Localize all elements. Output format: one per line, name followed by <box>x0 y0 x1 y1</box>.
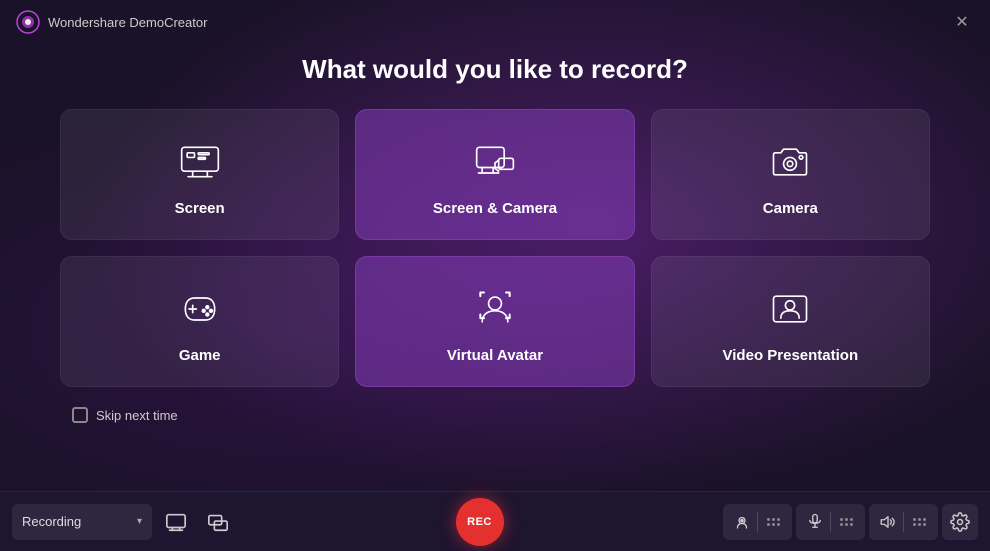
card-video-presentation-label: Video Presentation <box>723 347 859 364</box>
card-camera[interactable]: Camera <box>651 109 930 240</box>
main-content: What would you like to record? Screen <box>0 44 990 423</box>
toolbar-right <box>723 504 978 540</box>
webcam-dropdown-button[interactable] <box>758 507 788 537</box>
skip-label[interactable]: Skip next time <box>96 408 178 423</box>
speaker-dots <box>910 518 929 526</box>
rec-button[interactable]: REC <box>456 498 504 546</box>
app-logo <box>16 10 40 34</box>
microphone-group <box>796 504 865 540</box>
card-video-presentation[interactable]: Video Presentation <box>651 256 930 387</box>
rec-label: REC <box>467 516 492 528</box>
speaker-dropdown-button[interactable] <box>904 507 934 537</box>
camera-icon <box>766 138 814 186</box>
card-virtual-avatar[interactable]: Virtual Avatar <box>355 256 634 387</box>
recording-chevron-icon: ▾ <box>137 516 142 527</box>
speaker-button[interactable] <box>873 507 903 537</box>
settings-icon <box>950 512 970 532</box>
toolbar: Recording ▾ REC <box>0 491 990 551</box>
card-camera-label: Camera <box>763 200 818 217</box>
close-button[interactable]: ✕ <box>950 10 974 34</box>
card-screen-label: Screen <box>175 200 225 217</box>
microphone-button[interactable] <box>800 507 830 537</box>
webcam-dots <box>764 518 783 526</box>
title-bar: Wondershare DemoCreator ✕ <box>0 0 990 44</box>
microphone-dropdown-button[interactable] <box>831 507 861 537</box>
card-screen-camera[interactable]: Screen & Camera <box>355 109 634 240</box>
game-icon <box>176 285 224 333</box>
virtual-avatar-icon <box>471 285 519 333</box>
app-title: Wondershare DemoCreator <box>48 15 207 30</box>
card-game-label: Game <box>179 347 221 364</box>
screen-capture-button[interactable] <box>158 504 194 540</box>
microphone-icon <box>806 513 824 531</box>
title-bar-left: Wondershare DemoCreator <box>16 10 207 34</box>
screen-icon <box>176 138 224 186</box>
recording-grid: Screen Screen & Camera <box>60 109 930 387</box>
speaker-group <box>869 504 938 540</box>
webcam-icon <box>733 513 751 531</box>
screen-capture-icon <box>165 511 187 533</box>
webcam-button[interactable] <box>727 507 757 537</box>
card-screen[interactable]: Screen <box>60 109 339 240</box>
skip-checkbox[interactable] <box>72 407 88 423</box>
screen-camera-icon <box>471 138 519 186</box>
card-screen-camera-label: Screen & Camera <box>433 200 557 217</box>
recording-dropdown[interactable]: Recording ▾ <box>12 504 152 540</box>
settings-button[interactable] <box>942 504 978 540</box>
window-capture-icon <box>207 511 229 533</box>
speaker-icon <box>879 513 897 531</box>
mic-dots <box>837 518 856 526</box>
skip-row: Skip next time <box>70 407 930 423</box>
recording-dropdown-label: Recording <box>22 514 131 529</box>
window-capture-button[interactable] <box>200 504 236 540</box>
page-title: What would you like to record? <box>60 54 930 85</box>
card-game[interactable]: Game <box>60 256 339 387</box>
video-presentation-icon <box>766 285 814 333</box>
card-virtual-avatar-label: Virtual Avatar <box>447 347 543 364</box>
webcam-group <box>723 504 792 540</box>
